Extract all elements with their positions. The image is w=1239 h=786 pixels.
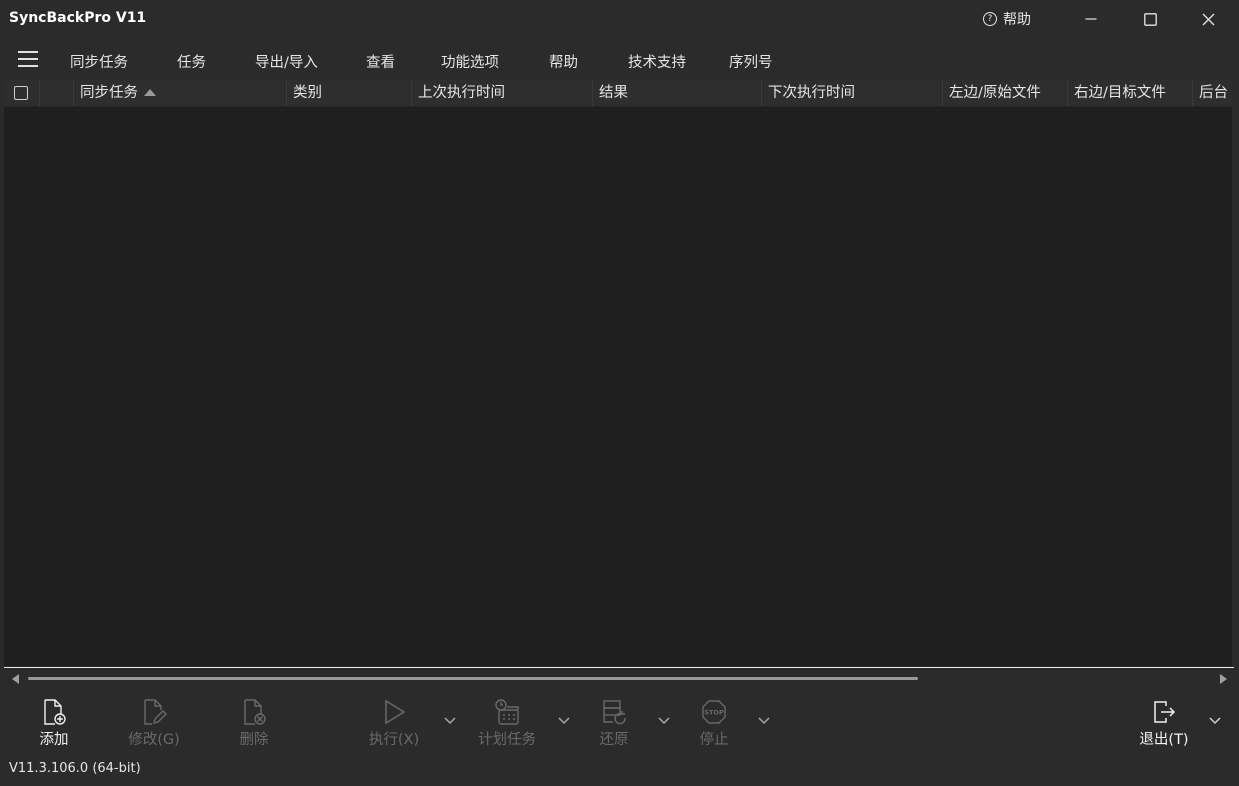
column-header-type[interactable]: 类别 <box>287 80 412 106</box>
menu-serial-number[interactable]: 序列号 <box>729 51 773 72</box>
menu-sync-profiles[interactable]: 同步任务 <box>70 51 128 72</box>
run-label: 执行(X) <box>368 732 420 748</box>
maximize-icon <box>1143 12 1157 26</box>
stop-button[interactable]: STOP 停止 <box>674 694 754 750</box>
schedule-icon <box>495 699 519 725</box>
scroll-thumb[interactable] <box>28 677 918 680</box>
hamburger-menu-icon[interactable] <box>18 51 38 69</box>
help-icon: ? <box>983 12 997 26</box>
minimize-icon <box>1085 18 1097 20</box>
column-header-profile[interactable]: 同步任务 <box>74 80 287 106</box>
scroll-left-icon[interactable] <box>12 674 19 684</box>
column-header-source[interactable]: 左边/原始文件 <box>943 80 1068 106</box>
exit-dropdown-chevron-icon[interactable] <box>1208 716 1222 726</box>
modify-button[interactable]: 修改(G) <box>114 694 194 750</box>
add-label: 添加 <box>39 732 69 748</box>
sort-ascending-icon <box>144 88 156 96</box>
run-button[interactable]: 执行(X) <box>354 694 434 750</box>
schedule-dropdown-chevron-icon[interactable] <box>557 716 571 726</box>
app-window: SyncBackPro V11 ? 帮助 同步任务 任务 导出/导入 查看 功能… <box>0 0 1239 786</box>
delete-button[interactable]: 删除 <box>214 694 294 750</box>
restore-dropdown-chevron-icon[interactable] <box>657 716 671 726</box>
maximize-button[interactable] <box>1127 0 1173 38</box>
help-label: 帮助 <box>1003 12 1031 28</box>
scroll-right-icon[interactable] <box>1220 674 1227 684</box>
schedule-label: 计划任务 <box>478 732 536 748</box>
column-header-destination[interactable]: 右边/目标文件 <box>1068 80 1193 106</box>
restore-label: 还原 <box>599 732 629 748</box>
play-icon <box>385 699 406 725</box>
add-button[interactable]: 添加 <box>14 694 94 750</box>
exit-button[interactable]: 退出(T) <box>1124 694 1204 750</box>
app-title: SyncBackPro V11 <box>9 10 147 26</box>
minimize-button[interactable] <box>1068 0 1114 38</box>
stop-sign-icon: STOP <box>702 700 726 724</box>
column-label-profile: 同步任务 <box>80 85 138 101</box>
delete-file-icon <box>244 699 266 725</box>
stop-dropdown-chevron-icon[interactable] <box>757 716 771 726</box>
menu-support[interactable]: 技术支持 <box>628 51 686 72</box>
modify-label: 修改(G) <box>128 732 180 748</box>
menu-view[interactable]: 查看 <box>366 51 395 72</box>
stop-label: 停止 <box>699 732 729 748</box>
close-button[interactable] <box>1185 0 1231 38</box>
column-header-background[interactable]: 后台 <box>1193 80 1232 106</box>
menu-bar: 同步任务 任务 导出/导入 查看 功能选项 帮助 技术支持 序列号 <box>0 42 1239 78</box>
add-file-icon <box>44 699 66 725</box>
column-header-next-run[interactable]: 下次执行时间 <box>762 80 943 106</box>
exit-label: 退出(T) <box>1139 732 1189 748</box>
version-status: V11.3.106.0 (64-bit) <box>9 761 141 776</box>
title-bar: SyncBackPro V11 ? 帮助 <box>0 0 1239 38</box>
menu-help[interactable]: 帮助 <box>549 51 578 72</box>
menu-task[interactable]: 任务 <box>177 51 206 72</box>
help-button[interactable]: ? 帮助 <box>983 9 1031 29</box>
restore-button[interactable]: 还原 <box>574 694 654 750</box>
close-icon <box>1202 13 1214 25</box>
run-dropdown-chevron-icon[interactable] <box>443 716 457 726</box>
list-header: 同步任务 类别 上次执行时间 结果 下次执行时间 左边/原始文件 右边/目标文件… <box>4 80 1232 107</box>
menu-export-import[interactable]: 导出/导入 <box>255 51 318 72</box>
select-all-checkbox[interactable] <box>14 86 28 100</box>
profile-list[interactable]: 同步任务 类别 上次执行时间 结果 下次执行时间 左边/原始文件 右边/目标文件… <box>4 80 1232 666</box>
exit-icon <box>1154 701 1176 723</box>
select-all-column <box>4 80 40 106</box>
pause-column <box>40 80 74 106</box>
edit-file-icon <box>144 699 167 725</box>
schedule-button[interactable]: 计划任务 <box>467 694 547 750</box>
delete-label: 删除 <box>239 732 269 748</box>
svg-text:STOP: STOP <box>704 709 724 717</box>
menu-preferences[interactable]: 功能选项 <box>441 51 499 72</box>
column-header-last-run[interactable]: 上次执行时间 <box>412 80 593 106</box>
horizontal-scrollbar[interactable] <box>4 667 1234 690</box>
column-header-result[interactable]: 结果 <box>593 80 762 106</box>
restore-icon <box>603 700 626 725</box>
